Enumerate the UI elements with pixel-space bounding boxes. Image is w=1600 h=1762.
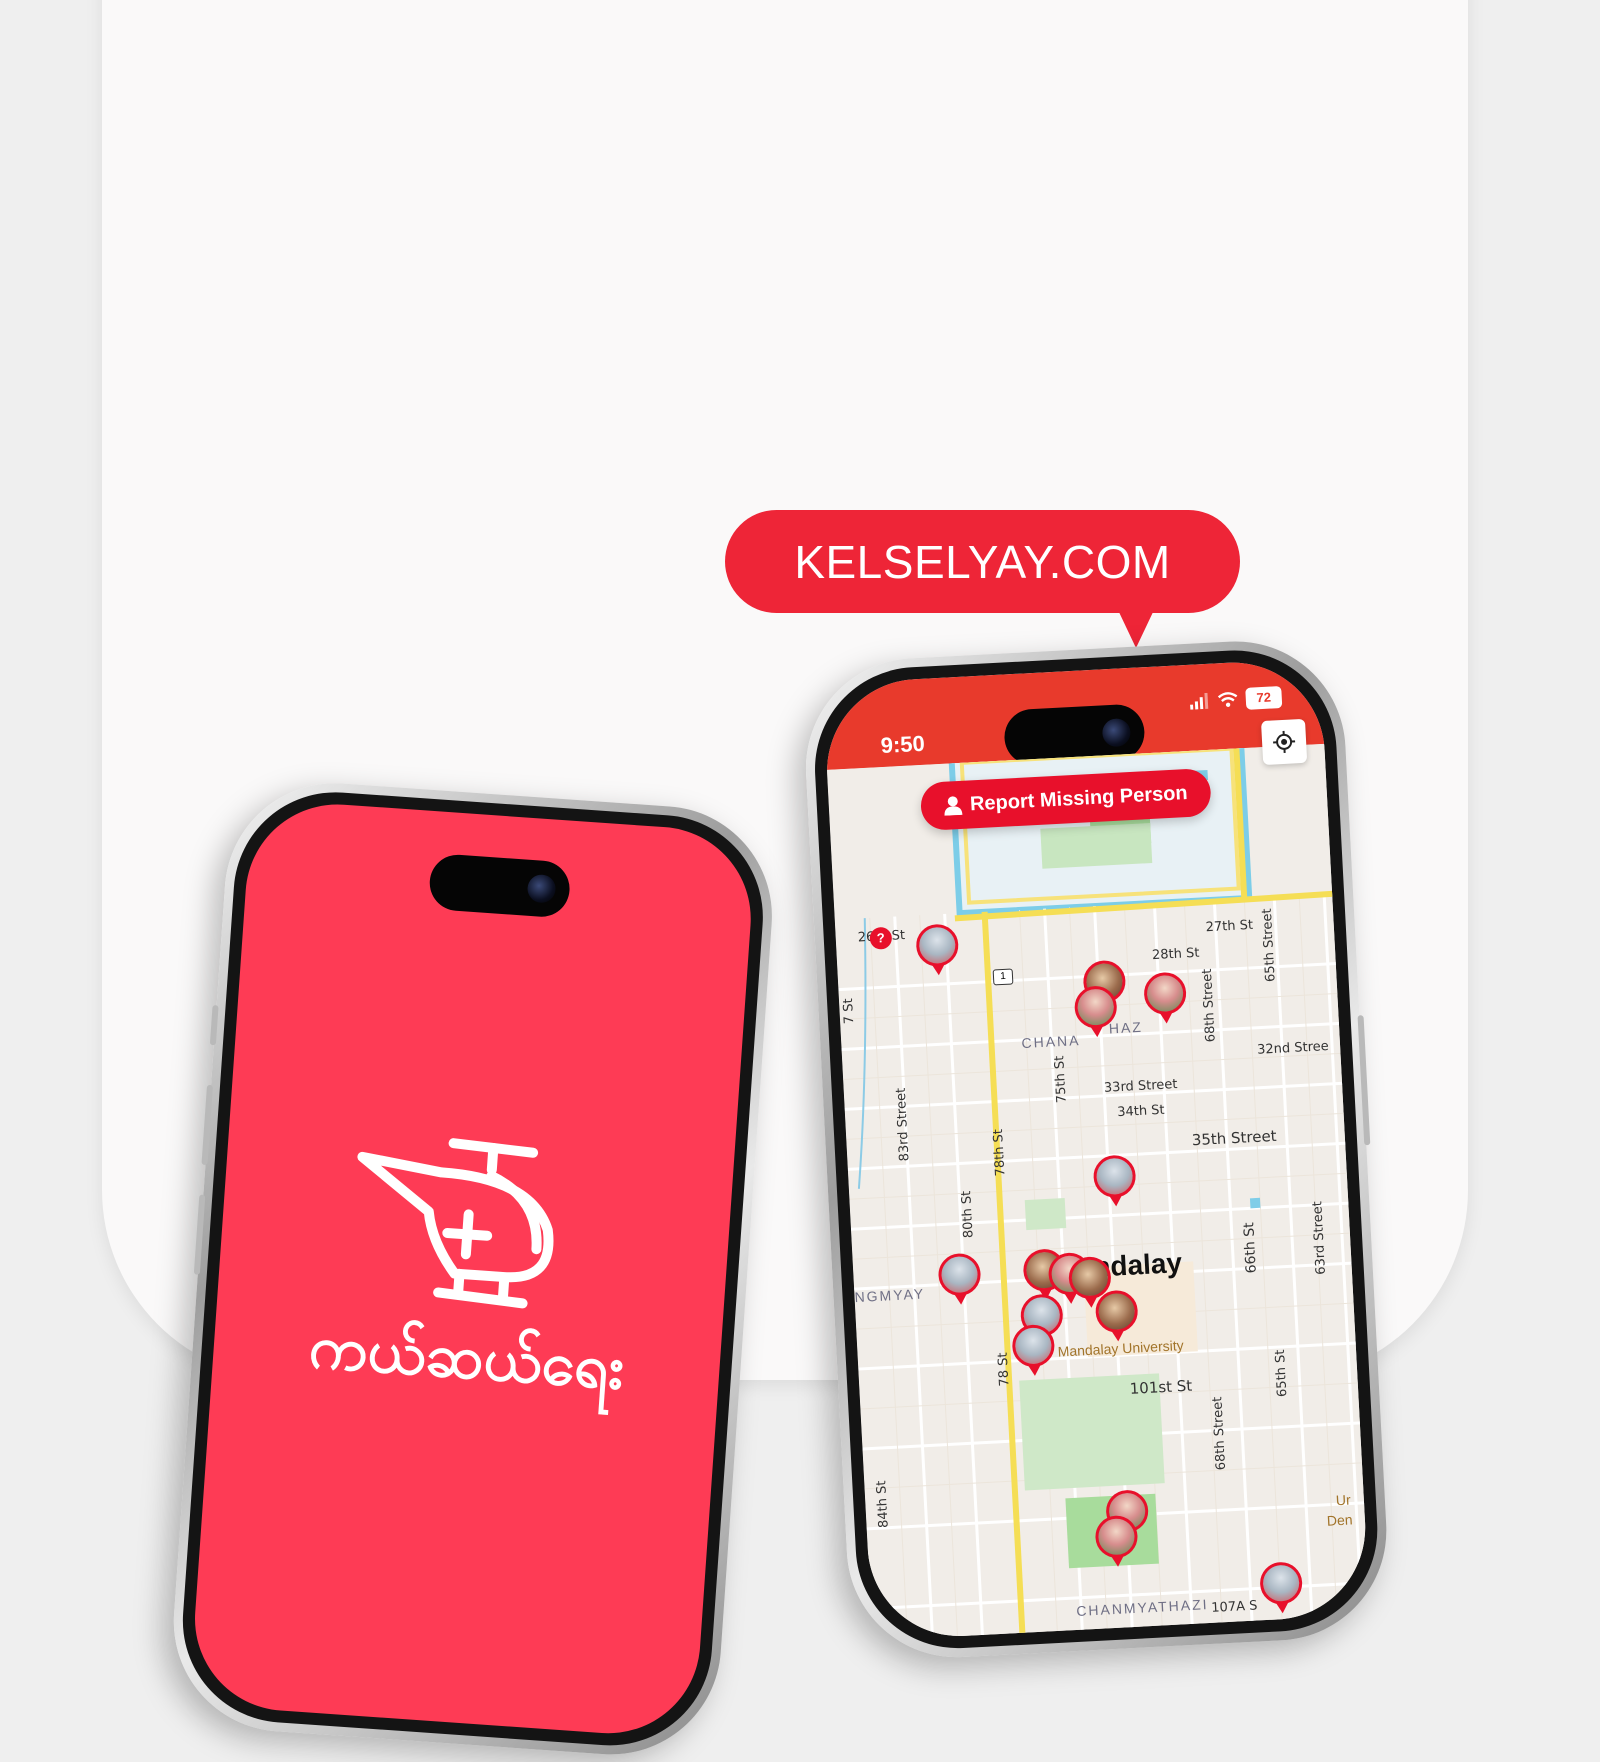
dynamic-island [428,853,572,919]
route-badge: 1 [993,968,1014,985]
poi-label: Ur [1335,1491,1351,1508]
report-button-label: Report Missing Person [969,782,1188,816]
street-label: 34th St [1117,1103,1165,1120]
volume-button [210,1005,219,1045]
poi-label: Den [1327,1511,1353,1528]
status-time: 9:50 [880,731,925,759]
my-location-button[interactable] [1261,719,1307,765]
street-label: 84th St [874,1480,891,1528]
splash-screen: ကယ်ဆယ်ရေး [189,798,757,1739]
street-label: 27th St [1205,918,1253,935]
district-label: HAZ [1108,1019,1143,1037]
phone-right: 9:50 72 [800,636,1392,1663]
street-label: 66th St [1241,1222,1260,1274]
street-label: 80th St [959,1190,976,1238]
person-icon [944,795,963,816]
helicopter-medical-icon [332,1126,604,1324]
street-label: 78 St [996,1352,1013,1387]
street-label: 75th St [1052,1055,1069,1103]
street-label: 78th St [991,1129,1008,1177]
map-view[interactable]: 26th St 27th St 28th St 32nd Stree 33rd … [827,744,1370,1641]
street-label: 101st St [1129,1377,1192,1398]
battery-indicator: 72 [1245,686,1282,710]
street-label: 107A S [1211,1599,1258,1616]
status-icons: 72 [1189,686,1282,713]
app-name: ကယ်ဆယ်ရေး [211,1302,722,1425]
street-label: 65th St [1273,1349,1290,1397]
map-streets [827,743,1370,1641]
crosshair-icon [1271,729,1296,754]
camera-lens [1102,718,1131,747]
street-label: 7 St [841,998,857,1025]
website-url: KELSELYAY.COM [794,535,1170,589]
website-banner: KELSELYAY.COM [725,510,1240,613]
district-label: CHANA [1021,1032,1081,1051]
street-label: 28th St [1152,946,1200,963]
wifi-icon [1217,691,1238,708]
banner-tail [1118,610,1154,648]
phone-left: ကယ်ဆယ်ရေး [166,776,779,1762]
signal-icon [1189,693,1210,710]
map-screen: 9:50 72 [822,658,1369,1641]
camera-lens [527,874,557,904]
